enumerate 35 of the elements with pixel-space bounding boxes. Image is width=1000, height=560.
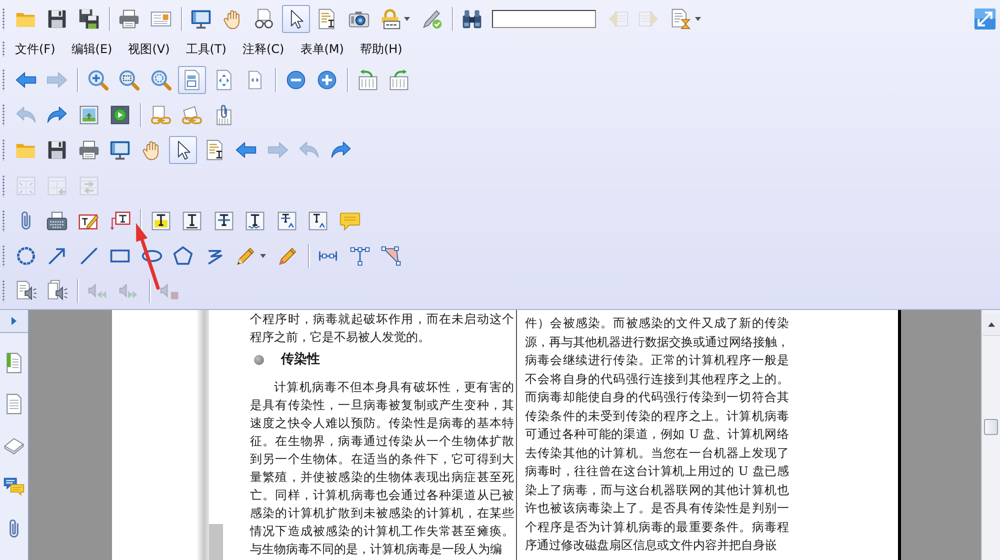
drag-handle[interactable] (2, 174, 5, 197)
drag-handle[interactable] (2, 139, 5, 162)
padlock-icon[interactable] (379, 8, 402, 30)
caret-icon[interactable] (260, 254, 266, 258)
drag-handle[interactable] (2, 41, 5, 57)
section-heading: 传染性 (281, 351, 320, 369)
body-paragraph: 计算机病毒不但本身具有破坏性，更有害的 是具有传染性，一旦病毒被复制或产生变种，其 速度之快令人难以预防。传染性是病毒的基本特 征。在生物界，病毒通过传染从一个生物体扩散 到另一个生物体。在适当的条件下，它可得到大 量繁殖，并使被感染的生物体表现出病症甚至死 亡。同样，计算机病毒也会通过各种渠道从已被 感染的计算机扩散到未被感染的计算机，在某些 情况下造成被感染的计算机工作失常甚至瘫痪。 与生物病毒不同的是，计算机病毒是一段人为编 (250, 379, 514, 558)
scroll-up-button[interactable] (982, 314, 1000, 336)
drag-handle[interactable] (2, 68, 5, 91)
scan-shadow (209, 524, 223, 560)
body-paragraph: 件）会被感染。而被感染的文件又成了新的传染 源，再与其他机器进行数据交换或通过网络接触， 病毒会继续进行传染。正常的计算机程序一般是 不会将自身的代码强行连接到其他程序之上的。 而病毒却能使自身的代码强行传染到一切符合其 传染条件的未受到传染的程序之上。计算机病毒 可通过各种可能的渠道，例如 U 盘、计算机网络 去传染其他的计算机。当您在一台机器上发现了 病毒时，往往曾在这台计算机上用过的 U 盘已感 染上了病毒，而与这台机器联网的其他计算机也 许也被该病毒染上了。是否具有传染性是判别一 个程序是否为计算机病毒的最重要条件。病毒程 序通过修改磁盘扇区信息或文件内容并把自身嵌 (525, 315, 789, 554)
menu-item[interactable]: 工具(T) (178, 38, 234, 60)
expand-icon[interactable] (974, 8, 996, 30)
page-hourglass-icon[interactable] (670, 8, 692, 30)
triangle-icon[interactable] (9, 316, 19, 326)
bullet-icon (254, 355, 264, 365)
drag-handle[interactable] (2, 245, 5, 268)
scrollbar-thumb[interactable] (984, 419, 998, 435)
panel-toggle-button[interactable] (0, 310, 28, 333)
drag-handle[interactable] (2, 8, 5, 30)
scrollbar[interactable] (981, 310, 1000, 560)
caret-up-icon[interactable] (988, 322, 994, 327)
menu-item[interactable]: 注释(C) (234, 38, 292, 60)
menu-item[interactable]: 帮助(H) (352, 38, 410, 60)
drag-handle[interactable] (2, 280, 5, 302)
menu-item[interactable]: 文件(F) (7, 38, 64, 60)
menu-item[interactable]: 编辑(E) (63, 38, 120, 60)
caret-icon[interactable] (694, 17, 701, 21)
search-field[interactable] (492, 10, 596, 28)
menu-item[interactable]: 表单(M) (292, 38, 352, 60)
drag-handle[interactable] (2, 210, 5, 232)
menu-item[interactable]: 视图(V) (120, 38, 178, 60)
body-paragraph: 个程序时，病毒就起破坏作用，而在未启动这个 程序之前，它是不易被人发觉的。 (250, 311, 514, 346)
caret-icon[interactable] (404, 17, 410, 21)
drag-handle[interactable] (2, 104, 5, 126)
